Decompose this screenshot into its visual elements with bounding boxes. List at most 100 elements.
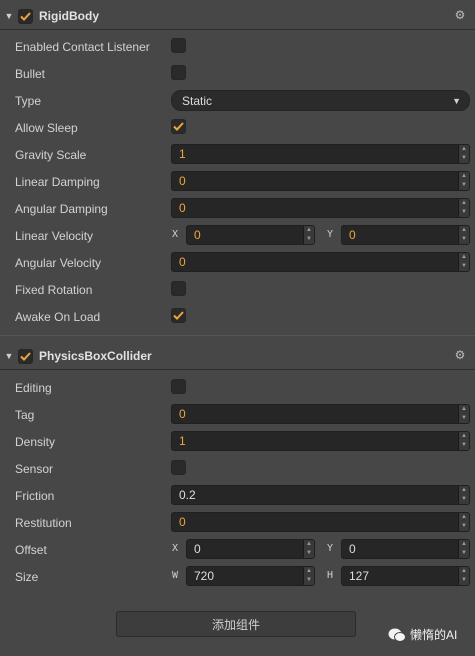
watermark-text: 懒惰的AI — [410, 628, 458, 642]
offset-y-input[interactable]: 0 ▲ ▼ — [341, 539, 470, 559]
type-select[interactable]: Static ▼ — [171, 90, 470, 111]
stepper[interactable]: ▲ ▼ — [458, 486, 469, 504]
awake-on-load-checkbox[interactable] — [171, 308, 186, 323]
stepper[interactable]: ▲ ▼ — [458, 226, 469, 244]
row-bullet: Bullet — [0, 63, 475, 85]
offset-y-value: 0 — [349, 542, 356, 556]
add-component-button[interactable]: 添加组件 — [116, 611, 356, 637]
divider — [0, 369, 475, 370]
angular-velocity-value: 0 — [179, 255, 186, 269]
stepper[interactable]: ▲ ▼ — [458, 432, 469, 450]
axis-label-h: H — [327, 570, 334, 581]
allow-sleep-checkbox[interactable] — [171, 119, 186, 134]
field-label: Gravity Scale — [15, 148, 87, 162]
friction-value: 0.2 — [179, 488, 196, 502]
stepper[interactable]: ▲ ▼ — [458, 567, 469, 585]
offset-x-input[interactable]: 0 ▲ ▼ — [186, 539, 315, 559]
tag-input[interactable]: 0 ▲ ▼ — [171, 404, 470, 424]
axis-label-x: X — [172, 229, 179, 240]
stepper[interactable]: ▲ ▼ — [303, 226, 314, 244]
axis-label-y: Y — [327, 229, 334, 240]
field-label: Friction — [15, 489, 55, 503]
type-select-value: Static — [182, 93, 213, 108]
linear-velocity-y-value: 0 — [349, 228, 356, 242]
tag-value: 0 — [179, 407, 186, 421]
stepper[interactable]: ▲ ▼ — [458, 253, 469, 271]
row-awake-on-load: Awake On Load — [0, 306, 475, 328]
row-sensor: Sensor — [0, 458, 475, 480]
gear-icon[interactable]: ⚙ — [454, 349, 466, 361]
angular-damping-input[interactable]: 0 ▲ ▼ — [171, 198, 470, 218]
field-label: Bullet — [15, 67, 46, 81]
stepper[interactable]: ▲ ▼ — [458, 405, 469, 423]
angular-damping-value: 0 — [179, 201, 186, 215]
collapse-arrow-icon[interactable]: ▼ — [2, 11, 16, 21]
gravity-scale-value: 1 — [179, 147, 186, 161]
stepper[interactable]: ▲ ▼ — [458, 145, 469, 163]
collapse-arrow-icon[interactable]: ▼ — [2, 351, 16, 361]
field-label: Editing — [15, 381, 52, 395]
sensor-checkbox[interactable] — [171, 460, 186, 475]
field-label: Enabled Contact Listener — [15, 40, 150, 54]
stepper[interactable]: ▲ ▼ — [303, 567, 314, 585]
stepper[interactable]: ▲ ▼ — [458, 199, 469, 217]
field-label: Fixed Rotation — [15, 283, 93, 297]
angular-velocity-input[interactable]: 0 ▲ ▼ — [171, 252, 470, 272]
field-label: Linear Damping — [15, 175, 100, 189]
gear-icon[interactable]: ⚙ — [454, 9, 466, 21]
divider — [0, 335, 475, 336]
linear-velocity-y-input[interactable]: 0 ▲ ▼ — [341, 225, 470, 245]
size-w-input[interactable]: 720 ▲ ▼ — [186, 566, 315, 586]
row-enabled-contact-listener: Enabled Contact Listener — [0, 36, 475, 58]
rigidbody-header[interactable]: ▼ RigidBody ⚙ — [0, 2, 475, 30]
row-fixed-rotation: Fixed Rotation — [0, 279, 475, 301]
watermark: 懒惰的AI — [388, 626, 457, 643]
row-editing: Editing — [0, 377, 475, 399]
field-label: Restitution — [15, 516, 72, 530]
enabled-contact-listener-checkbox[interactable] — [171, 38, 186, 53]
field-label: Awake On Load — [15, 310, 101, 324]
linear-damping-value: 0 — [179, 174, 186, 188]
stepper[interactable]: ▲ ▼ — [303, 540, 314, 558]
size-w-value: 720 — [194, 569, 215, 583]
section-title: PhysicsBoxCollider — [39, 349, 152, 363]
field-label: Angular Damping — [15, 202, 108, 216]
axis-label-w: W — [172, 570, 179, 581]
linear-velocity-x-value: 0 — [194, 228, 201, 242]
editing-checkbox[interactable] — [171, 379, 186, 394]
rigidbody-enabled-checkbox[interactable] — [18, 8, 33, 24]
field-label: Angular Velocity — [15, 256, 102, 270]
bullet-checkbox[interactable] — [171, 65, 186, 80]
wechat-icon — [388, 628, 406, 642]
stepper[interactable]: ▲ ▼ — [458, 513, 469, 531]
field-label: Sensor — [15, 462, 54, 476]
size-h-value: 127 — [349, 569, 370, 583]
axis-label-x: X — [172, 543, 179, 554]
gravity-scale-input[interactable]: 1 ▲ ▼ — [171, 144, 470, 164]
row-allow-sleep: Allow Sleep — [0, 117, 475, 139]
size-h-input[interactable]: 127 ▲ ▼ — [341, 566, 470, 586]
collider-enabled-checkbox[interactable] — [18, 348, 33, 364]
field-label: Size — [15, 570, 39, 584]
field-label: Allow Sleep — [15, 121, 78, 135]
field-label: Tag — [15, 408, 35, 422]
field-label: Offset — [15, 543, 47, 557]
linear-velocity-x-input[interactable]: 0 ▲ ▼ — [186, 225, 315, 245]
axis-label-y: Y — [327, 543, 334, 554]
density-input[interactable]: 1 ▲ ▼ — [171, 431, 470, 451]
collider-header[interactable]: ▼ PhysicsBoxCollider ⚙ — [0, 342, 475, 370]
restitution-value: 0 — [179, 515, 186, 529]
field-label: Density — [15, 435, 56, 449]
density-value: 1 — [179, 434, 186, 448]
field-label: Linear Velocity — [15, 229, 94, 243]
restitution-input[interactable]: 0 ▲ ▼ — [171, 512, 470, 532]
stepper[interactable]: ▲ ▼ — [458, 172, 469, 190]
offset-x-value: 0 — [194, 542, 201, 556]
dropdown-arrow-icon: ▼ — [452, 95, 461, 106]
fixed-rotation-checkbox[interactable] — [171, 281, 186, 296]
field-label: Type — [15, 94, 42, 108]
linear-damping-input[interactable]: 0 ▲ ▼ — [171, 171, 470, 191]
stepper[interactable]: ▲ ▼ — [458, 540, 469, 558]
friction-input[interactable]: 0.2 ▲ ▼ — [171, 485, 470, 505]
section-title: RigidBody — [39, 9, 99, 23]
